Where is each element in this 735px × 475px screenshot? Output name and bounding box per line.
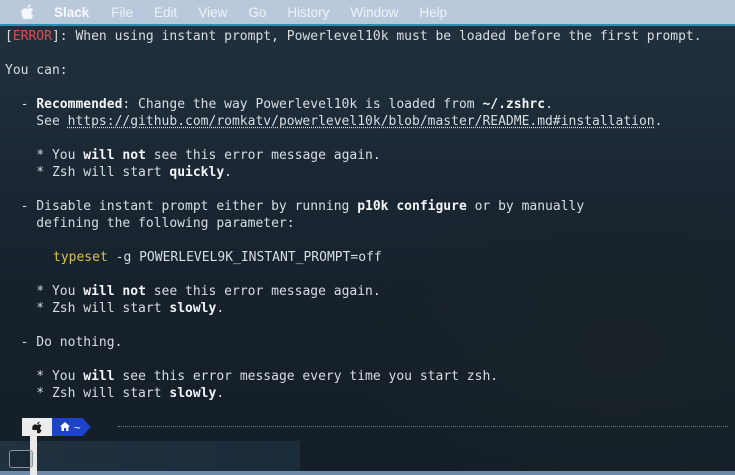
error-line: [ERROR]: When using instant prompt, Powe…	[5, 29, 702, 44]
apple-menu-icon[interactable]	[20, 4, 36, 20]
apple-icon	[22, 418, 52, 436]
installation-link[interactable]: https://github.com/romkatv/powerlevel10k…	[68, 114, 655, 129]
do-nothing-line: - Do nothing.	[5, 335, 123, 350]
menubar: Slack File Edit View Go History Window H…	[0, 0, 735, 24]
menu-edit[interactable]: Edit	[154, 5, 177, 20]
menu-file[interactable]: File	[111, 5, 133, 20]
input-box[interactable]	[9, 450, 33, 468]
disable-line: - Disable instant prompt either by runni…	[5, 199, 585, 214]
prompt-filler	[118, 426, 728, 427]
error-tag: ERROR	[12, 29, 52, 44]
menu-history[interactable]: History	[287, 5, 329, 20]
disable-bullet-1: * You will not see this error message ag…	[5, 284, 381, 299]
rec-bullet-2: * Zsh will start quickly.	[5, 165, 232, 180]
terminal-focus-border	[0, 24, 735, 26]
terminal-window[interactable]: [ERROR]: When using instant prompt, Powe…	[0, 24, 735, 475]
typeset-line: typeset -g POWERLEVEL9K_INSTANT_PROMPT=o…	[53, 250, 382, 265]
prompt-dir-segment: ~	[52, 418, 91, 436]
menu-go[interactable]: Go	[248, 5, 266, 20]
menu-help[interactable]: Help	[419, 5, 447, 20]
prompt-dir: ~	[74, 420, 81, 434]
nothing-bullet-2: * Zsh will start slowly.	[5, 386, 225, 401]
disable-line-2: defining the following parameter:	[5, 216, 295, 231]
nothing-bullet-1: * You will see this error message every …	[5, 369, 499, 384]
rec-bullet-1: * You will not see this error message ag…	[5, 148, 381, 163]
menu-view[interactable]: View	[198, 5, 227, 20]
menu-app-name[interactable]: Slack	[54, 5, 89, 20]
see-line: See https://github.com/romkatv/powerleve…	[5, 114, 663, 129]
you-can-line: You can:	[5, 63, 68, 78]
menu-window[interactable]: Window	[350, 5, 398, 20]
recommended-line: - Recommended: Change the way Powerlevel…	[5, 97, 553, 112]
home-icon	[60, 419, 70, 436]
disable-bullet-2: * Zsh will start slowly.	[5, 301, 225, 316]
